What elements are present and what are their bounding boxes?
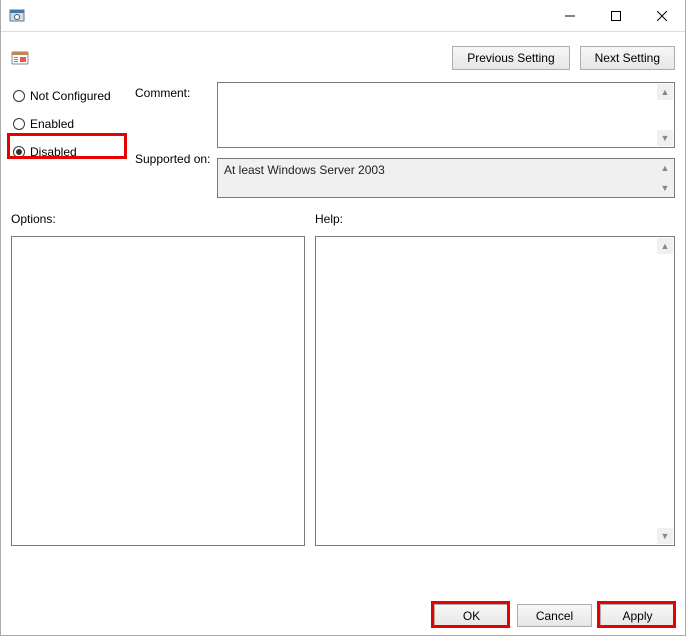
scroll-down-icon[interactable]: ▼ xyxy=(657,528,673,544)
radio-icon xyxy=(13,118,25,130)
previous-setting-button[interactable]: Previous Setting xyxy=(452,46,569,70)
maximize-button[interactable] xyxy=(593,1,639,31)
comment-textbox[interactable]: ▲ ▼ xyxy=(217,82,675,148)
radio-disabled[interactable]: Disabled xyxy=(11,142,131,162)
radio-icon xyxy=(13,146,25,158)
comment-label: Comment: xyxy=(135,82,213,148)
radio-label: Not Configured xyxy=(30,89,111,103)
dialog-footer: OK Cancel Apply xyxy=(434,604,675,627)
cancel-button[interactable]: Cancel xyxy=(517,604,592,627)
radio-enabled[interactable]: Enabled xyxy=(11,114,131,134)
scroll-down-icon[interactable]: ▼ xyxy=(657,180,673,196)
help-label: Help: xyxy=(315,212,675,226)
options-panel xyxy=(11,236,305,546)
supported-label: Supported on: xyxy=(135,148,213,192)
app-icon xyxy=(9,8,25,24)
comment-value xyxy=(218,83,674,91)
close-button[interactable] xyxy=(639,1,685,31)
supported-value: At least Windows Server 2003 xyxy=(218,159,674,181)
state-radio-group: Not Configured Enabled Disabled xyxy=(11,82,131,198)
ok-button[interactable]: OK xyxy=(434,604,509,627)
help-panel: ▲ ▼ xyxy=(315,236,675,546)
scroll-up-icon[interactable]: ▲ xyxy=(657,238,673,254)
radio-label: Enabled xyxy=(30,117,74,131)
radio-not-configured[interactable]: Not Configured xyxy=(11,86,131,106)
radio-icon xyxy=(13,90,25,102)
scroll-up-icon[interactable]: ▲ xyxy=(657,160,673,176)
options-label: Options: xyxy=(11,212,305,226)
scroll-down-icon[interactable]: ▼ xyxy=(657,130,673,146)
titlebar xyxy=(1,0,685,32)
radio-label: Disabled xyxy=(30,145,77,159)
supported-textbox: At least Windows Server 2003 ▲ ▼ xyxy=(217,158,675,198)
policy-icon xyxy=(11,49,29,67)
minimize-button[interactable] xyxy=(547,1,593,31)
scroll-up-icon[interactable]: ▲ xyxy=(657,84,673,100)
next-setting-button[interactable]: Next Setting xyxy=(580,46,675,70)
apply-button[interactable]: Apply xyxy=(600,604,675,627)
